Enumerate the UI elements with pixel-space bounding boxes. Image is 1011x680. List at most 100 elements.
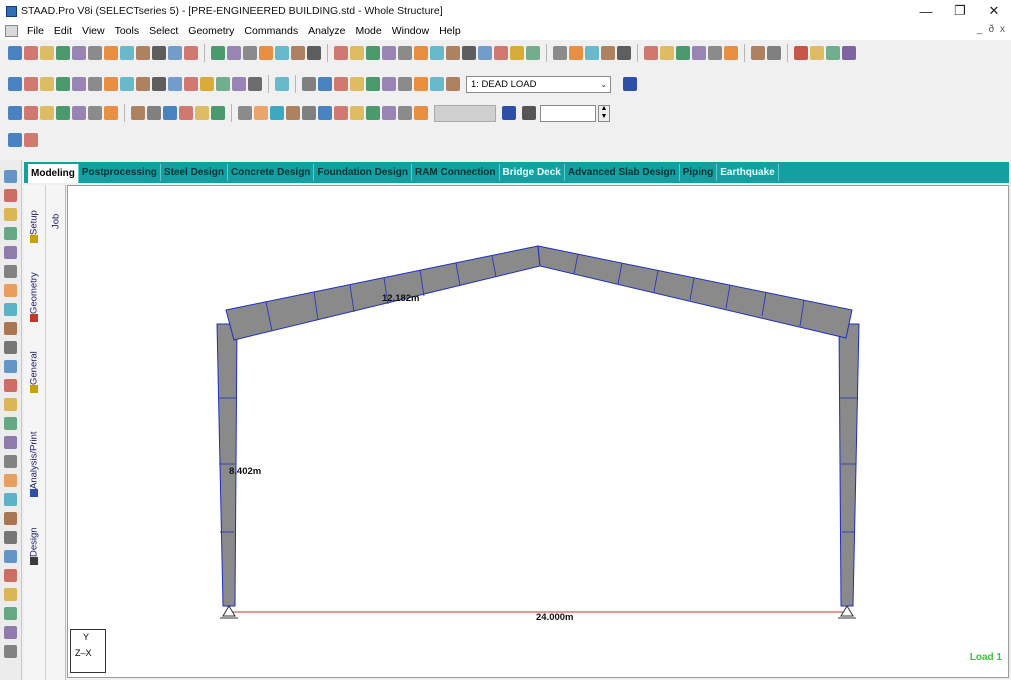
menu-edit[interactable]: Edit xyxy=(49,25,77,37)
tb1-tool-icon[interactable] xyxy=(569,46,583,60)
tb3-tool-icon[interactable] xyxy=(318,106,332,120)
menu-analyze[interactable]: Analyze xyxy=(303,25,350,37)
page-control-tool-icon[interactable] xyxy=(4,284,17,297)
tb1-tool-icon[interactable] xyxy=(510,46,524,60)
tb1-tool-icon[interactable] xyxy=(184,46,198,60)
tb1-tool-icon[interactable] xyxy=(430,46,444,60)
tb2-tool-icon[interactable] xyxy=(366,77,380,91)
value-input[interactable] xyxy=(540,104,596,122)
page-control-tool-icon[interactable] xyxy=(4,531,17,544)
page-control-tool-icon[interactable] xyxy=(4,455,17,468)
menu-tools[interactable]: Tools xyxy=(110,25,145,37)
tb1-tool-icon[interactable] xyxy=(676,46,690,60)
side-tab-analysis-print[interactable]: Analysis/Print xyxy=(27,423,41,509)
tb2-tool-icon[interactable] xyxy=(168,77,182,91)
tb3-tool-icon[interactable] xyxy=(254,106,268,120)
right-column-member[interactable] xyxy=(838,323,860,607)
tb2-tool-icon[interactable] xyxy=(72,77,86,91)
view-option-icon[interactable] xyxy=(502,106,516,120)
menu-geometry[interactable]: Geometry xyxy=(183,25,239,37)
tb3-tool-icon[interactable] xyxy=(211,106,225,120)
tb2-tool-icon[interactable] xyxy=(184,77,198,91)
tb3-tool-icon[interactable] xyxy=(40,106,54,120)
tb1-tool-icon[interactable] xyxy=(553,46,567,60)
tb1-tool-icon[interactable] xyxy=(291,46,305,60)
tb1-tool-icon[interactable] xyxy=(751,46,765,60)
tb1-tool-icon[interactable] xyxy=(526,46,540,60)
tb1-tool-icon[interactable] xyxy=(724,46,738,60)
tb3-tool-icon[interactable] xyxy=(131,106,145,120)
tab-bridge-deck[interactable]: Bridge Deck xyxy=(500,164,565,181)
page-control-tool-icon[interactable] xyxy=(4,227,17,240)
tab-modeling[interactable]: Modeling xyxy=(28,164,79,183)
tb2-tool-icon[interactable] xyxy=(318,77,332,91)
page-control-tool-icon[interactable] xyxy=(4,588,17,601)
tab-piping[interactable]: Piping xyxy=(680,164,718,181)
tb3-tool-icon[interactable] xyxy=(104,106,118,120)
side-tab-general[interactable]: General xyxy=(27,343,41,405)
tb1-tool-icon[interactable] xyxy=(168,46,182,60)
tb2-tool-icon[interactable] xyxy=(152,77,166,91)
tb1-tool-icon[interactable] xyxy=(72,46,86,60)
page-control-tool-icon[interactable] xyxy=(4,341,17,354)
tb1-tool-icon[interactable] xyxy=(275,46,289,60)
close-button[interactable]: ✕ xyxy=(977,0,1011,22)
tb1-tool-icon[interactable] xyxy=(40,46,54,60)
page-control-tool-icon[interactable] xyxy=(4,493,17,506)
tb2-tool-icon[interactable] xyxy=(248,77,262,91)
page-control-tool-icon[interactable] xyxy=(4,626,17,639)
tb1-tool-icon[interactable] xyxy=(211,46,225,60)
page-control-tool-icon[interactable] xyxy=(4,246,17,259)
view-option-icon[interactable] xyxy=(522,106,536,120)
tab-steel-design[interactable]: Steel Design xyxy=(161,164,228,181)
tb1-tool-icon[interactable] xyxy=(644,46,658,60)
tb2-tool-icon[interactable] xyxy=(382,77,396,91)
tb3-tool-icon[interactable] xyxy=(286,106,300,120)
tb3-tool-icon[interactable] xyxy=(195,106,209,120)
tb1-tool-icon[interactable] xyxy=(259,46,273,60)
tb3-tool-icon[interactable] xyxy=(72,106,86,120)
mdi-close-button[interactable]: x xyxy=(1000,24,1005,35)
page-control-tool-icon[interactable] xyxy=(4,322,17,335)
page-control-tool-icon[interactable] xyxy=(4,398,17,411)
tb1-tool-icon[interactable] xyxy=(24,46,38,60)
tb1-tool-icon[interactable] xyxy=(767,46,781,60)
tb1-tool-icon[interactable] xyxy=(243,46,257,60)
tb2-tool-icon[interactable] xyxy=(120,77,134,91)
menu-file[interactable]: File xyxy=(22,25,49,37)
tb1-tool-icon[interactable] xyxy=(842,46,856,60)
tab-foundation-design[interactable]: Foundation Design xyxy=(314,164,412,181)
tb3-tool-icon[interactable] xyxy=(398,106,412,120)
tb2-tool-icon[interactable] xyxy=(200,77,214,91)
tb1-tool-icon[interactable] xyxy=(8,46,22,60)
tb1-tool-icon[interactable] xyxy=(136,46,150,60)
tab-earthquake[interactable]: Earthquake xyxy=(717,164,779,181)
tb1-tool-icon[interactable] xyxy=(398,46,412,60)
right-rafter-member[interactable] xyxy=(537,245,853,339)
minimize-button[interactable]: — xyxy=(909,0,943,22)
tb3-tool-icon[interactable] xyxy=(414,106,428,120)
page-control-tool-icon[interactable] xyxy=(4,569,17,582)
tb2-tool-icon[interactable] xyxy=(56,77,70,91)
tb2-tool-icon[interactable] xyxy=(350,77,364,91)
menu-window[interactable]: Window xyxy=(387,25,434,37)
tb3-tool-icon[interactable] xyxy=(350,106,364,120)
tb1-tool-icon[interactable] xyxy=(660,46,674,60)
tb2-tool-icon[interactable] xyxy=(104,77,118,91)
tb3-tool-icon[interactable] xyxy=(334,106,348,120)
tb1-tool-icon[interactable] xyxy=(120,46,134,60)
tb3-tool-icon[interactable] xyxy=(366,106,380,120)
tb3-tool-icon[interactable] xyxy=(56,106,70,120)
mdi-restore-button[interactable]: ð xyxy=(988,24,994,35)
tb1-tool-icon[interactable] xyxy=(414,46,428,60)
page-control-tool-icon[interactable] xyxy=(4,208,17,221)
tab-advanced-slab-design[interactable]: Advanced Slab Design xyxy=(565,164,680,181)
tb1-tool-icon[interactable] xyxy=(708,46,722,60)
structure-view[interactable]: 12.182m 8.402m 24.000m Y Z–X Load 1 xyxy=(67,185,1009,678)
menu-select[interactable]: Select xyxy=(144,25,183,37)
tb1-tool-icon[interactable] xyxy=(88,46,102,60)
tb2-tool-icon[interactable] xyxy=(88,77,102,91)
tab-concrete-design[interactable]: Concrete Design xyxy=(228,164,315,181)
tb3-tool-icon[interactable] xyxy=(270,106,284,120)
tb4-tool-icon[interactable] xyxy=(8,133,22,147)
